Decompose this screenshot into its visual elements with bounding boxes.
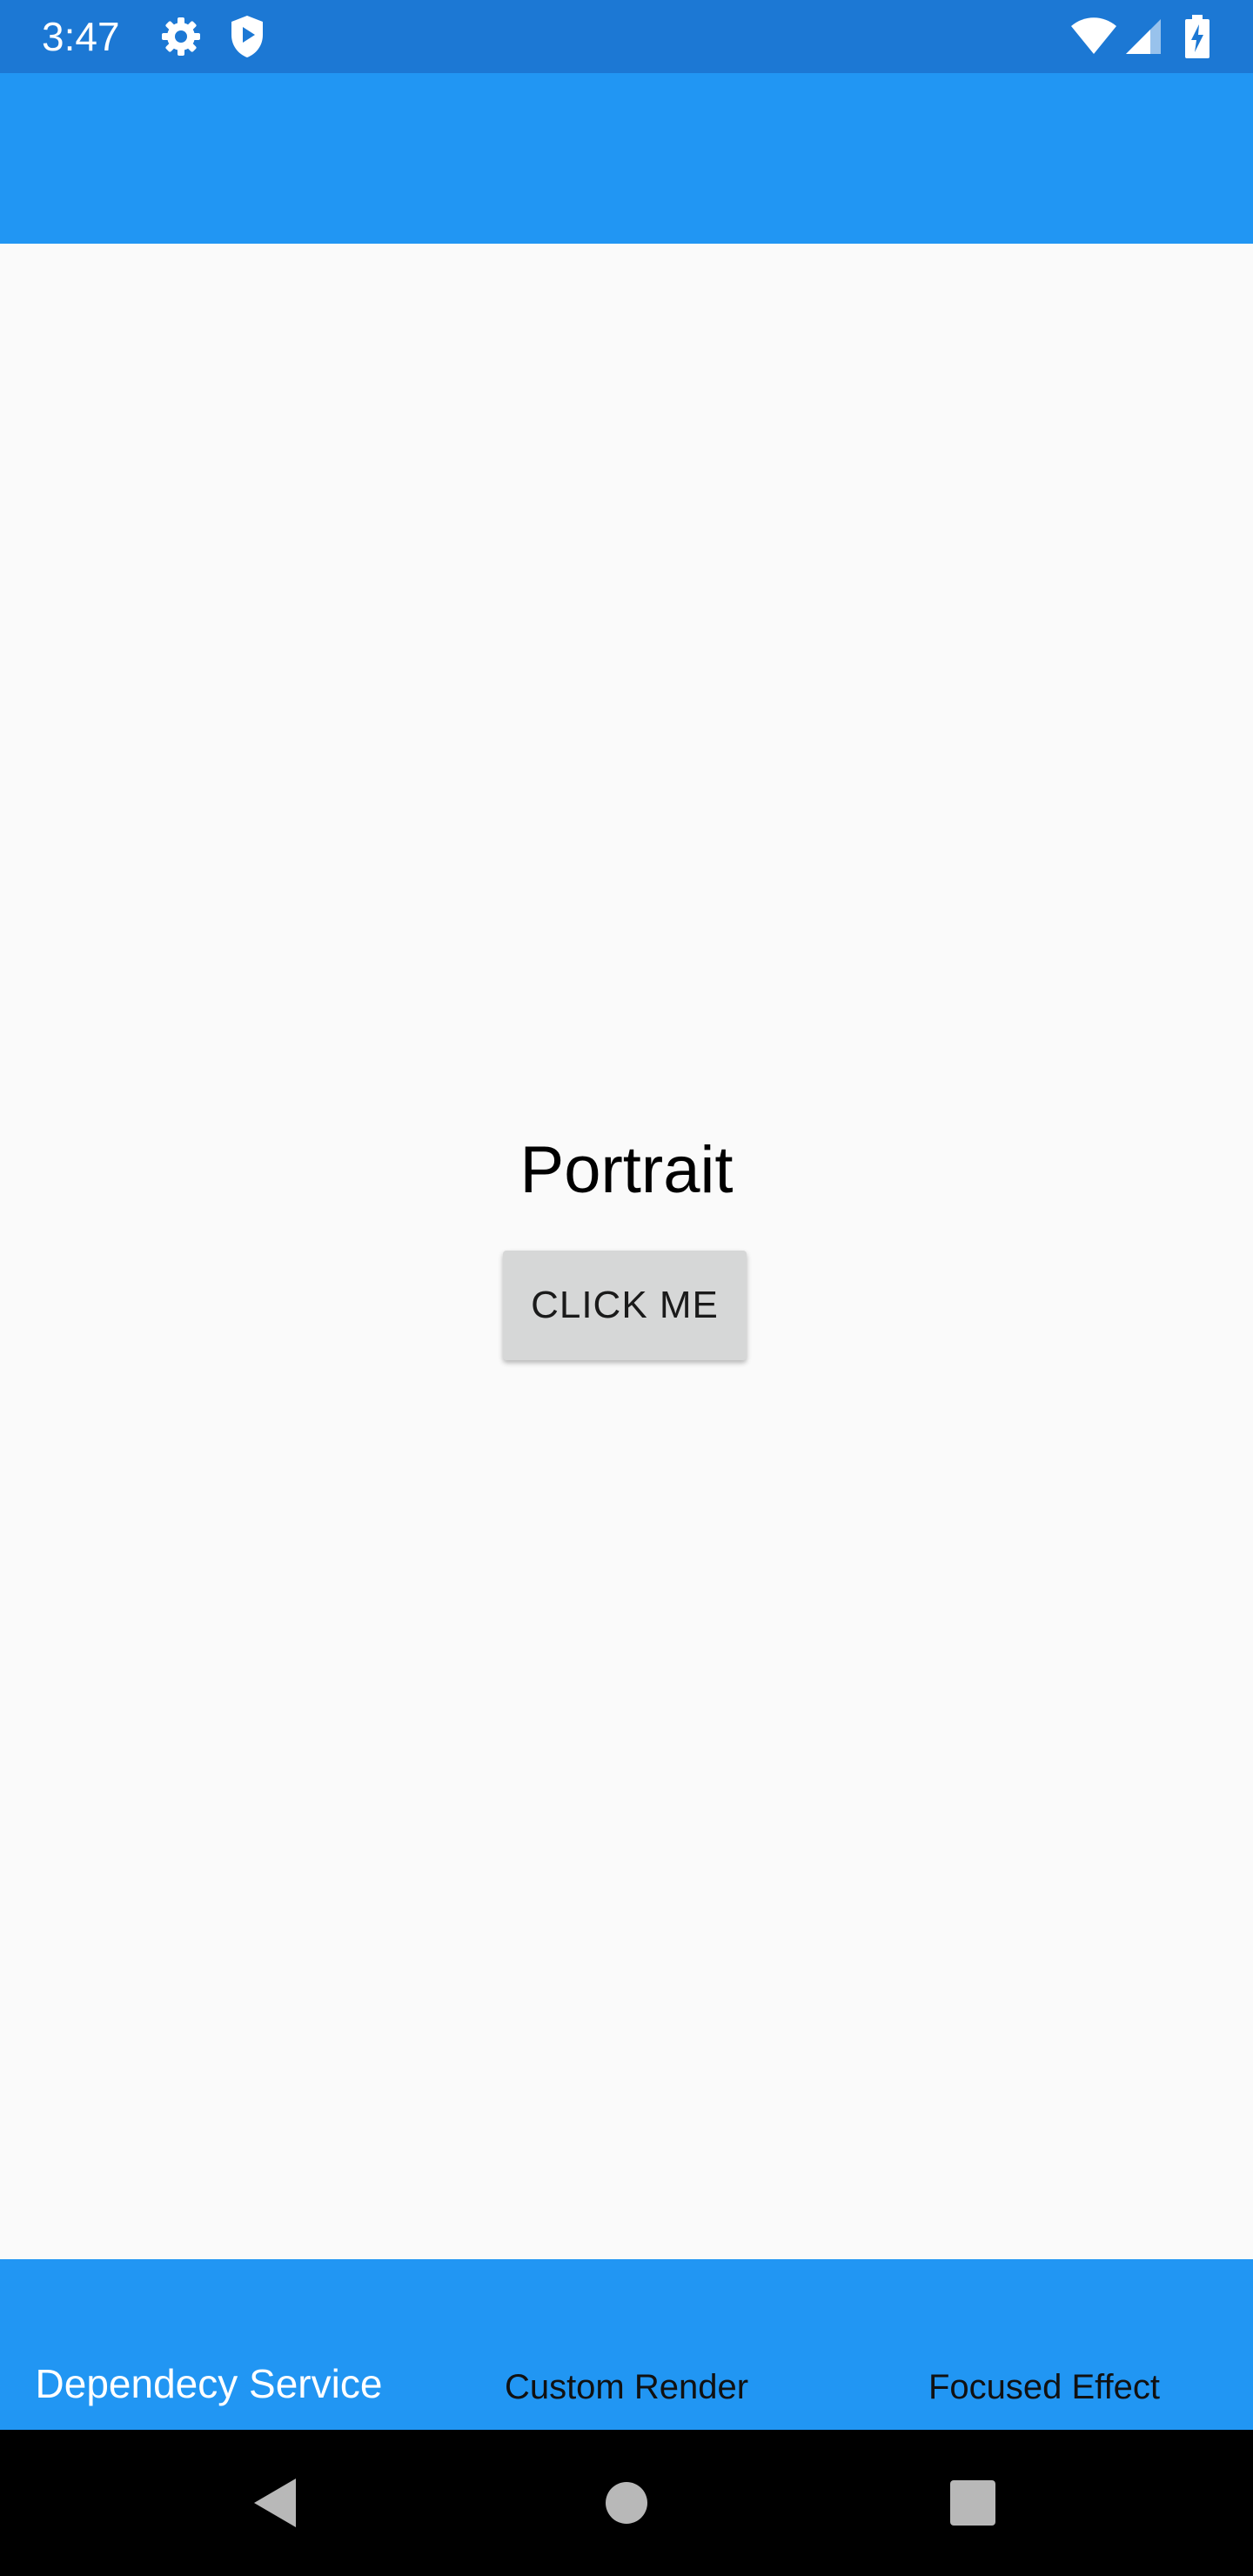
- navigation-bar: [0, 2430, 1253, 2576]
- back-icon[interactable]: [252, 2477, 301, 2529]
- tab-label: Custom Render: [504, 2368, 749, 2406]
- bottom-tab-bar: Dependecy Service Custom Render Focused …: [0, 2259, 1253, 2430]
- battery-charging-icon: [1185, 15, 1209, 58]
- cell-signal-icon: [1126, 19, 1161, 54]
- recents-icon[interactable]: [950, 2480, 995, 2526]
- tab-label: Dependecy Service: [35, 2361, 383, 2406]
- app-bar: [0, 73, 1253, 244]
- status-bar: 3:47: [0, 0, 1253, 73]
- tab-focused-effect[interactable]: Focused Effect: [835, 2259, 1253, 2430]
- wifi-icon: [1071, 17, 1116, 54]
- gear-icon: [162, 17, 200, 56]
- orientation-label: Portrait: [519, 1133, 734, 1207]
- home-icon[interactable]: [606, 2482, 647, 2524]
- tab-label: Focused Effect: [928, 2368, 1161, 2406]
- shield-play-icon: [231, 16, 263, 57]
- tab-custom-render[interactable]: Custom Render: [418, 2259, 835, 2430]
- tab-dependency-service[interactable]: Dependecy Service: [0, 2259, 418, 2430]
- status-time: 3:47: [42, 14, 120, 59]
- click-me-button[interactable]: CLICK ME: [503, 1251, 747, 1360]
